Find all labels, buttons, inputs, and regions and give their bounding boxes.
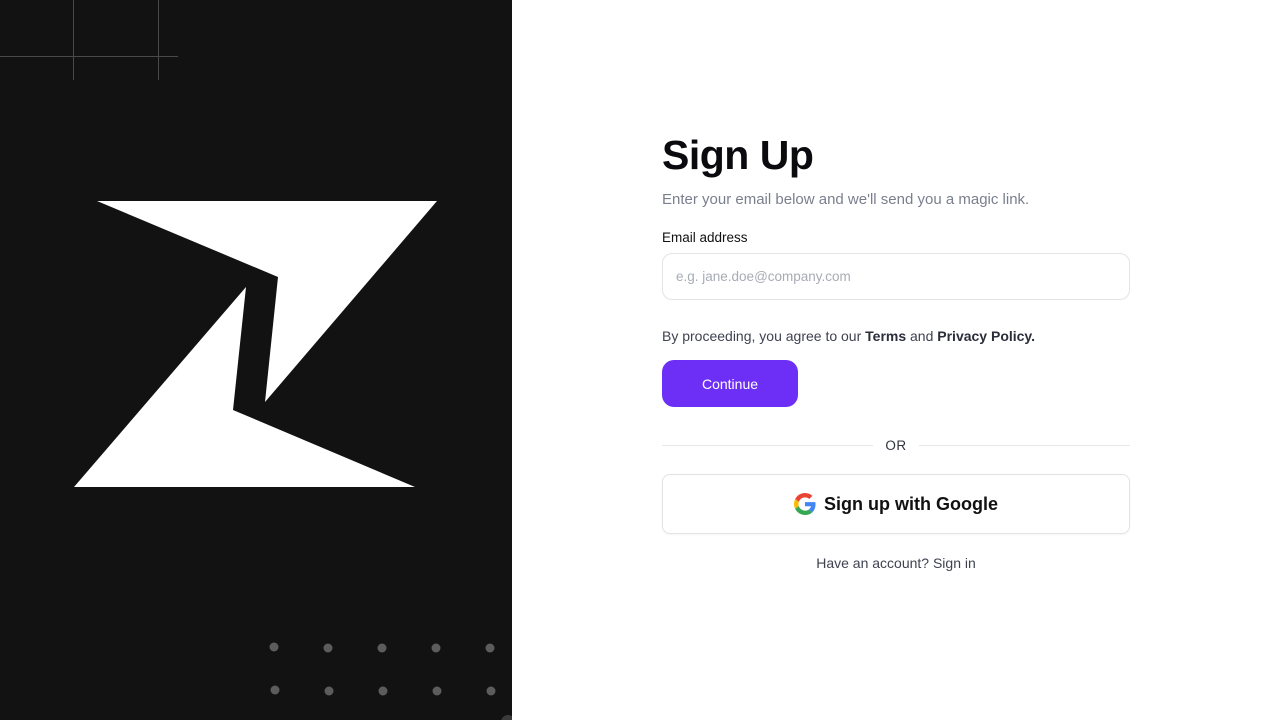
terms-link[interactable]: Terms [865, 328, 906, 344]
signup-form: Sign Up Enter your email below and we'll… [662, 130, 1130, 571]
google-signup-button[interactable]: Sign up with Google [662, 474, 1130, 534]
dots-decoration [269, 642, 496, 696]
continue-button[interactable]: Continue [662, 360, 798, 407]
or-divider: OR [662, 435, 1130, 455]
email-label: Email address [662, 230, 748, 245]
signin-row: Have an account? Sign in [662, 555, 1130, 571]
divider-line-right [918, 444, 1130, 446]
google-button-label: Sign up with Google [824, 493, 998, 514]
terms-notice: By proceeding, you agree to our Terms an… [662, 326, 1130, 346]
email-field[interactable] [662, 253, 1130, 300]
page-subtitle: Enter your email below and we'll send yo… [662, 191, 1030, 208]
signup-panel: Sign Up Enter your email below and we'll… [512, 0, 1280, 720]
privacy-policy-link[interactable]: Privacy Policy. [937, 328, 1035, 344]
terms-prefix: By proceeding, you agree to our [662, 328, 866, 344]
google-g-icon [794, 493, 816, 515]
divider-line-left [662, 444, 874, 446]
signin-link[interactable]: Have an account? Sign in [816, 555, 976, 571]
divider-text: OR [885, 437, 907, 453]
page-title: Sign Up [662, 132, 814, 178]
brand-panel [0, 0, 512, 720]
corner-handle [501, 715, 512, 720]
terms-joiner: and [906, 328, 938, 344]
